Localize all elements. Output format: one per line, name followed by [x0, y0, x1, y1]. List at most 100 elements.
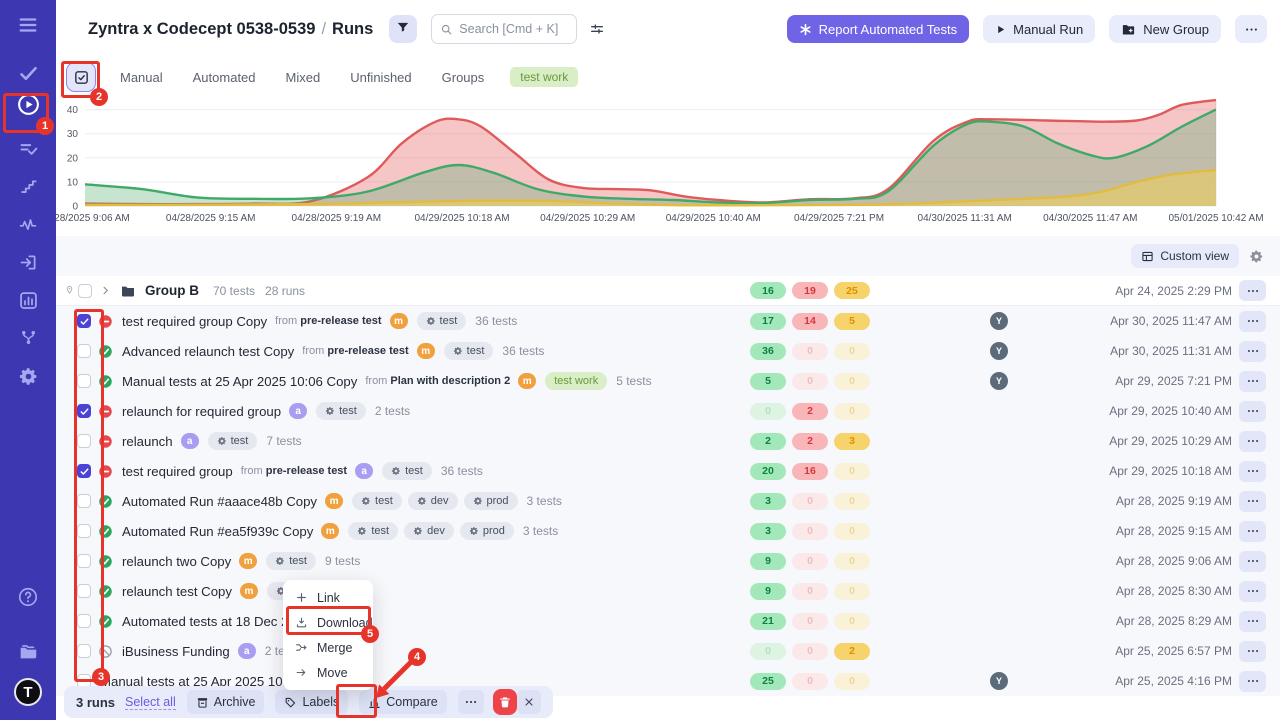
labels-button[interactable]: Labels — [275, 690, 348, 714]
sidebar-steps-icon[interactable] — [0, 177, 56, 196]
run-row[interactable]: test required groupfrom pre-release test… — [56, 456, 1280, 486]
run-row[interactable]: relaunch two Copymtest9 tests900Apr 28, … — [56, 546, 1280, 576]
run-row[interactable]: Automated tests at 18 Dec 2024 121 tests… — [56, 606, 1280, 636]
run-checkbox[interactable] — [77, 584, 91, 598]
run-checkbox[interactable] — [77, 554, 91, 568]
gear-icon — [391, 466, 401, 476]
menu-item-merge[interactable]: Merge — [283, 635, 373, 660]
view-settings-gear-icon[interactable] — [1249, 249, 1264, 264]
search-box[interactable] — [431, 14, 577, 44]
menu-item-link[interactable]: Link — [283, 585, 373, 610]
run-row[interactable]: relaunch for required groupatest2 tests0… — [56, 396, 1280, 426]
ellipsis-icon — [1246, 614, 1260, 628]
row-more-button[interactable] — [1239, 431, 1266, 452]
run-row[interactable]: Manual tests at 25 Apr 2025 10:06 Copyfr… — [56, 366, 1280, 396]
manual-run-label: Manual Run — [1013, 22, 1083, 37]
failed-count-badge: 0 — [792, 523, 828, 540]
tab-mixed[interactable]: Mixed — [286, 70, 321, 85]
sidebar-folders-icon[interactable] — [0, 640, 56, 662]
select-mode-toggle[interactable] — [66, 62, 96, 92]
app-logo[interactable]: T — [14, 678, 42, 706]
environment-badges: test — [444, 342, 494, 360]
tab-unfinished[interactable]: Unfinished — [350, 70, 411, 85]
sidebar-checklist-icon[interactable] — [0, 139, 56, 160]
sidebar-sign-in-icon[interactable] — [0, 252, 56, 273]
environment-badges: test — [382, 462, 432, 480]
environment-badge: prod — [460, 522, 514, 540]
run-row[interactable]: Automated Run #aaace48b Copymtestdevprod… — [56, 486, 1280, 516]
run-checkbox[interactable] — [77, 314, 91, 328]
row-more-button[interactable] — [1239, 641, 1266, 662]
run-checkbox[interactable] — [77, 434, 91, 448]
run-checkbox[interactable] — [77, 344, 91, 358]
environment-badge: prod — [464, 492, 518, 510]
row-more-button[interactable] — [1239, 311, 1266, 332]
run-row[interactable]: Automated Run #ea5f939c Copymtestdevprod… — [56, 516, 1280, 546]
result-counts: 223 — [750, 433, 870, 450]
row-more-button[interactable] — [1239, 461, 1266, 482]
filter-button[interactable] — [389, 15, 417, 43]
result-counts: 002 — [750, 643, 870, 660]
run-tests-count: 36 tests — [441, 464, 483, 478]
adjustments-icon[interactable] — [589, 21, 605, 37]
label-filter-badge[interactable]: test work — [510, 67, 578, 87]
sidebar-branch-icon[interactable] — [0, 328, 56, 347]
tab-groups[interactable]: Groups — [442, 70, 485, 85]
custom-view-button[interactable]: Custom view — [1131, 244, 1239, 268]
run-row[interactable]: relaunchatest7 tests223Apr 29, 2025 10:2… — [56, 426, 1280, 456]
sidebar-gear-icon[interactable] — [0, 366, 56, 387]
result-counts: 500 — [750, 373, 870, 390]
selection-more-button[interactable] — [458, 690, 484, 714]
select-all-link[interactable]: Select all — [125, 695, 176, 710]
archive-button[interactable]: Archive — [187, 690, 265, 714]
menu-item-download[interactable]: Download — [283, 610, 373, 635]
compare-button[interactable]: Compare — [359, 690, 446, 714]
sidebar-help-circle-icon[interactable] — [0, 586, 56, 608]
run-checkbox[interactable] — [77, 374, 91, 388]
environment-badge: test — [417, 312, 467, 330]
run-checkbox[interactable] — [77, 614, 91, 628]
row-more-button[interactable] — [1239, 551, 1266, 572]
group-checkbox[interactable] — [78, 284, 92, 298]
sidebar-checkmark-icon[interactable] — [0, 63, 56, 84]
sidebar-play-circle-icon[interactable] — [0, 92, 56, 117]
run-row[interactable]: relaunch test Copymtest900Apr 28, 2025 8… — [56, 576, 1280, 606]
run-filter-tabs: Manual Automated Mixed Unfinished Groups — [120, 70, 484, 85]
run-checkbox[interactable] — [77, 524, 91, 538]
run-row[interactable]: test required group Copyfrom pre-release… — [56, 306, 1280, 336]
tab-automated[interactable]: Automated — [193, 70, 256, 85]
row-more-button[interactable] — [1239, 491, 1266, 512]
row-more-button[interactable] — [1239, 581, 1266, 602]
report-automated-tests-button[interactable]: Report Automated Tests — [787, 15, 970, 43]
run-checkbox[interactable] — [77, 464, 91, 478]
run-checkbox[interactable] — [77, 404, 91, 418]
row-more-button[interactable] — [1239, 401, 1266, 422]
row-more-button[interactable] — [1239, 341, 1266, 362]
more-actions-button[interactable] — [1235, 15, 1267, 43]
row-more-button[interactable] — [1239, 521, 1266, 542]
run-checkbox[interactable] — [77, 494, 91, 508]
row-more-button[interactable] — [1239, 671, 1266, 692]
gear-icon — [473, 496, 483, 506]
run-row[interactable]: iBusiness Fundinga2 tests002Apr 25, 2025… — [56, 636, 1280, 666]
sidebar-bar-chart-icon[interactable] — [0, 290, 56, 311]
delete-runs-button[interactable] — [493, 689, 517, 715]
row-more-button[interactable] — [1239, 611, 1266, 632]
row-more-button[interactable] — [1239, 280, 1266, 301]
search-input[interactable] — [459, 22, 559, 36]
sidebar-pulse-icon[interactable] — [0, 215, 56, 235]
run-context-menu: LinkDownloadMergeMove — [283, 580, 373, 690]
ellipsis-icon — [1246, 554, 1260, 568]
tab-manual[interactable]: Manual — [120, 70, 163, 85]
failed-count-badge: 2 — [792, 433, 828, 450]
run-checkbox[interactable] — [77, 644, 91, 658]
close-selection-button[interactable] — [517, 690, 541, 714]
menu-item-move[interactable]: Move — [283, 660, 373, 685]
sidebar-menu-icon[interactable] — [0, 14, 56, 36]
manual-run-button[interactable]: Manual Run — [983, 15, 1095, 43]
new-group-button[interactable]: New Group — [1109, 15, 1221, 43]
row-more-button[interactable] — [1239, 371, 1266, 392]
group-row[interactable]: Group B70 tests28 runs161925Apr 24, 2025… — [56, 276, 1280, 306]
run-row[interactable]: Advanced relaunch test Copyfrom pre-rele… — [56, 336, 1280, 366]
result-counts: 2500 — [750, 673, 870, 690]
